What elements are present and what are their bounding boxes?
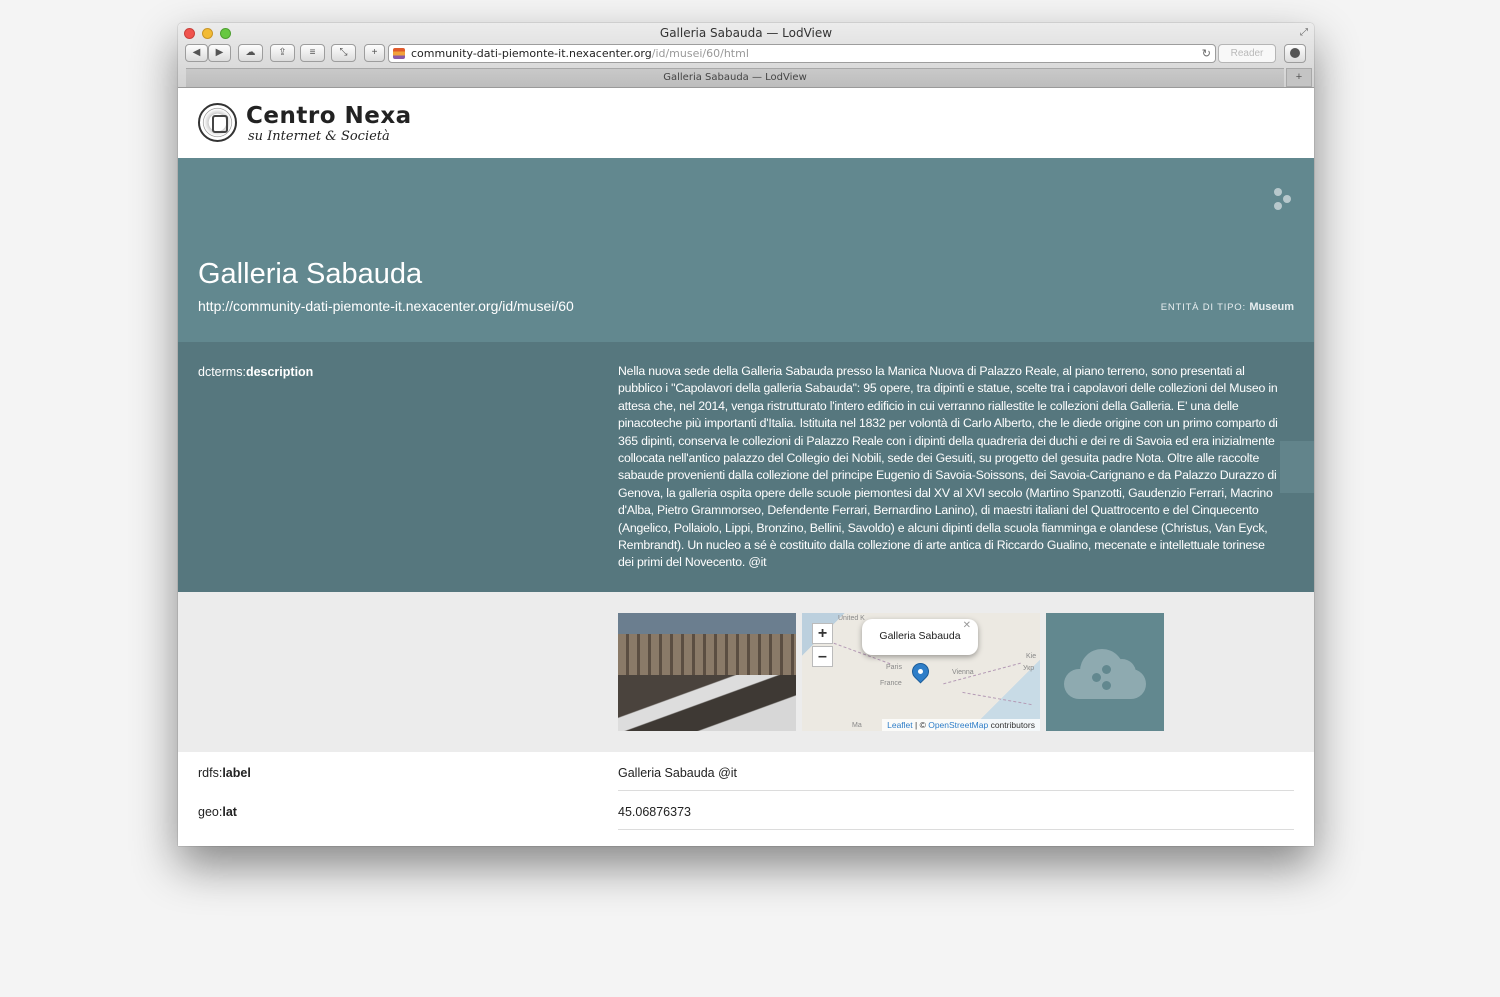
- university-seal-icon: [198, 103, 237, 142]
- map-popup-label: Galleria Sabauda: [879, 630, 961, 642]
- window-title: Galleria Sabauda — LodView: [659, 26, 833, 40]
- properties-list: rdfs:label Galleria Sabauda @it geo:lat …: [178, 752, 1314, 846]
- description-text: Nella nuova sede della Galleria Sabauda …: [618, 364, 1278, 570]
- resource-hero: Galleria Sabauda http://community-dati-p…: [178, 158, 1314, 342]
- site-favicon-icon: [393, 48, 405, 59]
- zoom-out-button[interactable]: –: [812, 646, 833, 667]
- add-bookmark-button[interactable]: +: [364, 44, 385, 62]
- location-map[interactable]: United K Paris France Vienna Kie Укр Ma …: [802, 613, 1040, 731]
- map-label: Kie: [1026, 653, 1037, 660]
- description-property[interactable]: dcterms:description: [198, 365, 313, 379]
- property-row: rdfs:label Galleria Sabauda @it: [178, 752, 1314, 791]
- resource-uri[interactable]: http://community-dati-piemonte-it.nexace…: [198, 298, 574, 314]
- icloud-icon[interactable]: ☁: [238, 44, 263, 62]
- zoom-in-button[interactable]: +: [812, 623, 833, 644]
- map-label: Ma: [852, 722, 862, 729]
- lod-cloud-icon: [1064, 647, 1146, 699]
- site-header: Centro Nexa su Internet & Società: [178, 88, 1314, 158]
- map-label: United K: [838, 615, 865, 622]
- url-path: /id/musei/60/html: [651, 47, 749, 60]
- tab-active[interactable]: Galleria Sabauda — LodView: [186, 68, 1284, 87]
- logo-name[interactable]: Centro Nexa: [246, 103, 412, 129]
- media-section: United K Paris France Vienna Kie Укр Ma …: [178, 592, 1314, 752]
- openstreetmap-link[interactable]: OpenStreetMap: [928, 720, 988, 730]
- lod-cloud-thumbnail[interactable]: [1046, 613, 1164, 731]
- map-label: Paris: [886, 664, 902, 671]
- back-button[interactable]: ◀: [185, 44, 208, 62]
- map-label: France: [880, 680, 902, 687]
- share-icon[interactable]: ⇪: [270, 44, 295, 62]
- fullscreen-icon[interactable]: ⤢: [1300, 27, 1308, 38]
- entity-type: ENTITÀ DI TIPO: Museum: [1160, 301, 1294, 313]
- property-row: geo:lat 45.06876373: [178, 791, 1314, 830]
- reading-list-icon[interactable]: ≡: [300, 44, 325, 62]
- leaflet-link[interactable]: Leaflet: [887, 720, 913, 730]
- description-section: dcterms:description Nella nuova sede del…: [178, 342, 1314, 592]
- reader-button[interactable]: Reader: [1218, 44, 1276, 63]
- page-title: Galleria Sabauda: [198, 258, 423, 290]
- expand-icon[interactable]: ⤡: [331, 44, 356, 62]
- address-bar[interactable]: community-dati-piemonte-it.nexacenter.or…: [388, 44, 1216, 63]
- side-panel-handle[interactable]: [1280, 441, 1314, 493]
- property-label[interactable]: geo:lat: [198, 805, 237, 819]
- lodview-logo-icon[interactable]: [1274, 188, 1294, 212]
- property-value: 45.06876373: [618, 805, 691, 819]
- property-value: Galleria Sabauda @it: [618, 766, 738, 780]
- museum-photo[interactable]: [618, 613, 796, 731]
- map-label: Vienna: [952, 669, 974, 676]
- property-label[interactable]: rdfs:label: [198, 766, 251, 780]
- map-attribution: Leaflet | © OpenStreetMap contributors: [882, 719, 1040, 731]
- map-popup: Galleria Sabauda ✕: [862, 619, 978, 655]
- logo-subtitle: su Internet & Società: [248, 129, 390, 144]
- url-host: community-dati-piemonte-it.nexacenter.or…: [411, 47, 652, 60]
- reload-icon[interactable]: ↻: [1202, 45, 1211, 62]
- forward-button[interactable]: ▶: [208, 44, 231, 62]
- browser-chrome: Galleria Sabauda — LodView ⤢ ◀ ▶ ☁ ⇪ ≡ ⤡…: [178, 23, 1314, 88]
- close-icon[interactable]: ✕: [963, 613, 971, 643]
- browser-window: Galleria Sabauda — LodView ⤢ ◀ ▶ ☁ ⇪ ≡ ⤡…: [178, 23, 1314, 846]
- map-label: Укр: [1023, 665, 1035, 672]
- downloads-icon[interactable]: [1284, 44, 1306, 63]
- entity-type-value[interactable]: Museum: [1249, 301, 1294, 313]
- new-tab-button[interactable]: +: [1286, 68, 1312, 87]
